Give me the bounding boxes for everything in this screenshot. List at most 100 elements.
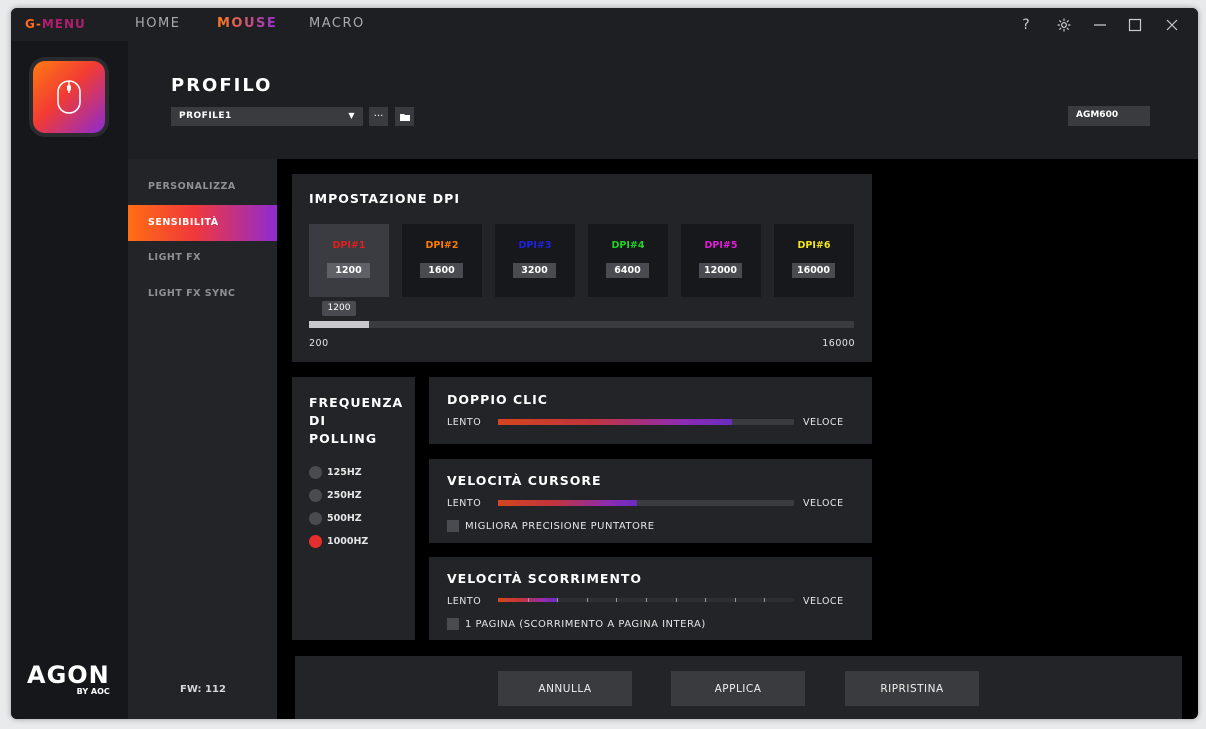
profile-header: PROFILO PROFILE1 ▼ ··· AGM600: [128, 41, 1198, 159]
double-click-slider-fill: [498, 419, 732, 425]
agon-logo: AGON BY AOC: [27, 661, 110, 696]
folder-icon: [399, 113, 410, 121]
scroll-speed-tick: [616, 598, 618, 602]
dpi-card-value[interactable]: 1600: [420, 263, 463, 278]
scroll-speed-tick: [586, 598, 588, 602]
double-click-slider[interactable]: [498, 419, 794, 425]
cursor-speed-slider[interactable]: [498, 500, 794, 506]
mouse-glyph: [57, 80, 81, 114]
dpi-card-5[interactable]: DPI#5 12000: [681, 224, 761, 297]
radio-button[interactable]: [309, 489, 322, 502]
polling-title-line1: FREQUENZA: [309, 395, 404, 410]
dpi-slider[interactable]: [309, 321, 854, 328]
top-bar: G-MENU HOME MOUSE MACRO ?: [11, 8, 1198, 41]
scroll-speed-tick: [646, 598, 647, 602]
scroll-speed-slow-label: LENTO: [447, 596, 482, 607]
model-badge: AGM600: [1068, 106, 1150, 126]
minimize-glyph: [1094, 24, 1106, 26]
polling-title: FREQUENZA DI POLLING: [309, 394, 403, 448]
polling-option-label: 125HZ: [327, 467, 362, 478]
maximize-icon[interactable]: [1124, 14, 1146, 36]
pointer-precision-label: MIGLIORA PRECISIONE PUNTATORE: [465, 520, 655, 532]
sidebar-item-sensibilita[interactable]: SENSIBILITÀ: [128, 205, 277, 241]
page-title: PROFILO: [171, 75, 273, 96]
help-icon[interactable]: ?: [1015, 14, 1037, 36]
sidebar-item-light-fx-sync[interactable]: LIGHT FX SYNC: [128, 276, 277, 312]
tab-mouse[interactable]: MOUSE: [217, 16, 277, 31]
cursor-speed-slow-label: LENTO: [447, 498, 482, 509]
scroll-speed-tick: [764, 598, 766, 602]
dpi-card-value[interactable]: 3200: [513, 263, 556, 278]
gear-icon[interactable]: [1053, 14, 1075, 36]
scroll-speed-panel: VELOCITÀ SCORRIMENTO LENTO VELOCE 1 PAGI…: [429, 557, 872, 640]
polling-option-label: 500HZ: [327, 513, 362, 524]
help-glyph: ?: [1022, 17, 1030, 33]
scroll-speed-slider[interactable]: [498, 598, 794, 602]
pointer-precision-box[interactable]: [447, 520, 459, 532]
chevron-down-icon: ▼: [348, 111, 355, 120]
polling-option-125hz[interactable]: 125HZ: [309, 466, 362, 479]
mouse-icon: [33, 61, 105, 133]
sidebar-item-personalizza[interactable]: PERSONALIZZA: [128, 169, 277, 205]
full-page-scroll-checkbox[interactable]: 1 PAGINA (SCORRIMENTO A PAGINA INTERA): [447, 618, 706, 630]
more-options-button[interactable]: ···: [369, 107, 388, 126]
agon-logo-text: AGON: [27, 661, 110, 689]
close-glyph: [1166, 19, 1178, 31]
tab-home[interactable]: HOME: [135, 16, 180, 31]
dpi-max-label: 16000: [822, 338, 855, 349]
dpi-card-4[interactable]: DPI#4 6400: [588, 224, 668, 297]
polling-option-1000hz[interactable]: 1000HZ: [309, 535, 368, 548]
reset-button[interactable]: RIPRISTINA: [845, 671, 979, 706]
dpi-card-label: DPI#4: [611, 240, 645, 251]
dpi-card-label: DPI#2: [425, 240, 459, 251]
maximize-glyph: [1128, 18, 1142, 32]
dpi-card-1[interactable]: DPI#1 1200: [309, 224, 389, 297]
dpi-card-2[interactable]: DPI#2 1600: [402, 224, 482, 297]
profile-folder-button[interactable]: [395, 107, 414, 126]
minimize-icon[interactable]: [1089, 14, 1111, 36]
polling-option-label: 1000HZ: [327, 536, 369, 547]
double-click-fast-label: VELOCE: [803, 417, 844, 428]
dpi-card-value[interactable]: 12000: [699, 263, 742, 278]
polling-option-250hz[interactable]: 250HZ: [309, 489, 362, 502]
device-icon-frame: [29, 57, 109, 137]
dpi-card-label: DPI#5: [704, 240, 738, 251]
radio-button[interactable]: [309, 512, 322, 525]
profile-select-value: PROFILE1: [179, 111, 232, 121]
polling-option-500hz[interactable]: 500HZ: [309, 512, 362, 525]
dpi-card-value[interactable]: 6400: [606, 263, 649, 278]
radio-button[interactable]: [309, 466, 322, 479]
dpi-card-6[interactable]: DPI#6 16000: [774, 224, 854, 297]
scroll-speed-tick: [705, 598, 707, 602]
dpi-card-label: DPI#1: [332, 240, 366, 251]
full-page-scroll-label: 1 PAGINA (SCORRIMENTO A PAGINA INTERA): [465, 618, 706, 630]
dpi-min-label: 200: [309, 338, 329, 349]
full-page-scroll-box[interactable]: [447, 618, 459, 630]
dpi-card-value[interactable]: 1200: [327, 263, 370, 278]
double-click-panel: DOPPIO CLIC LENTO VELOCE: [429, 377, 872, 444]
firmware-version: FW: 112: [180, 684, 226, 695]
dpi-card-value[interactable]: 16000: [792, 263, 835, 278]
pointer-precision-checkbox[interactable]: MIGLIORA PRECISIONE PUNTATORE: [447, 520, 655, 532]
scroll-speed-title: VELOCITÀ SCORRIMENTO: [447, 571, 643, 586]
brand-logo: G-MENU: [25, 17, 86, 31]
gear-glyph: [1057, 18, 1071, 32]
cursor-speed-fast-label: VELOCE: [803, 498, 844, 509]
dpi-title: IMPOSTAZIONE DPI: [309, 191, 460, 206]
footer-bar: ANNULLA APPLICA RIPRISTINA: [295, 656, 1182, 719]
polling-title-line2: DI: [309, 413, 327, 428]
brand-part2: MENU: [41, 17, 86, 31]
scroll-speed-tick: [527, 598, 529, 602]
dpi-card-3[interactable]: DPI#3 3200: [495, 224, 575, 297]
sidebar-item-light-fx[interactable]: LIGHT FX: [128, 240, 277, 276]
tab-macro[interactable]: MACRO: [309, 16, 365, 31]
dpi-card-label: DPI#3: [518, 240, 552, 251]
apply-button[interactable]: APPLICA: [671, 671, 805, 706]
brand-part1: G-: [25, 17, 42, 31]
cancel-button[interactable]: ANNULLA: [498, 671, 632, 706]
radio-button[interactable]: [309, 535, 322, 548]
polling-title-line3: POLLING: [309, 431, 378, 446]
polling-option-label: 250HZ: [327, 490, 362, 501]
close-icon[interactable]: [1161, 14, 1183, 36]
profile-select[interactable]: PROFILE1 ▼: [171, 107, 363, 126]
